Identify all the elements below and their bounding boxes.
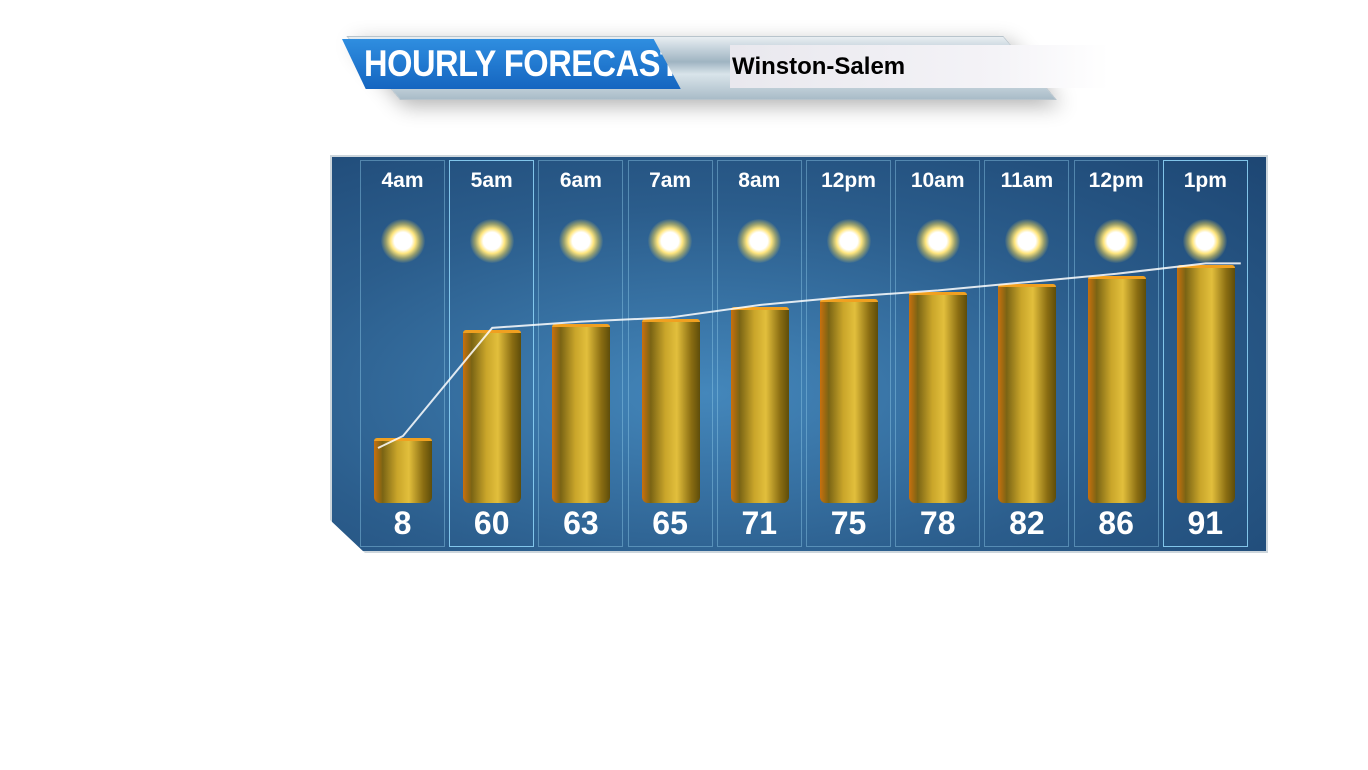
temperature-trend-line xyxy=(377,262,1241,449)
